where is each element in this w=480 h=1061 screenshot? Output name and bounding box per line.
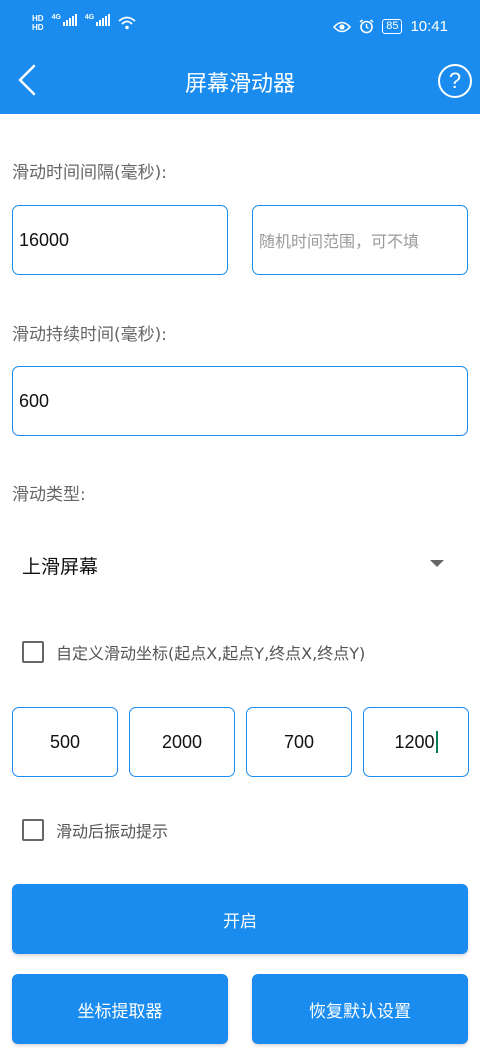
status-bar: HD HD 4G 4G 85 10:41 — [0, 0, 480, 56]
duration-input[interactable]: 600 — [12, 366, 468, 436]
dropdown-arrow-icon — [430, 560, 444, 567]
battery-indicator: 85 — [382, 19, 403, 34]
status-time: 10:41 — [410, 18, 448, 35]
interval-value: 16000 — [19, 229, 70, 250]
vibrate-row[interactable]: 滑动后振动提示 — [22, 818, 168, 842]
restore-defaults-button[interactable]: 恢复默认设置 — [252, 974, 468, 1044]
random-range-placeholder: 随机时间范围，可不填 — [259, 232, 420, 251]
status-right: 85 10:41 — [333, 18, 448, 35]
start-x-input[interactable]: 500 — [12, 707, 118, 777]
hd-label-1: HD — [32, 14, 44, 23]
swipe-type-label: 滑动类型: — [12, 485, 86, 505]
help-icon[interactable]: ? — [438, 64, 472, 98]
vibrate-checkbox[interactable] — [22, 819, 44, 841]
custom-coords-row[interactable]: 自定义滑动坐标(起点X,起点Y,终点X,终点Y) — [22, 640, 365, 664]
eye-icon — [333, 21, 352, 32]
status-left: HD HD 4G 4G — [32, 14, 136, 32]
vibrate-label: 滑动后振动提示 — [56, 822, 169, 841]
custom-coords-label: 自定义滑动坐标(起点X,起点Y,终点X,终点Y) — [56, 644, 366, 663]
coord-picker-button[interactable]: 坐标提取器 — [12, 974, 228, 1044]
end-y-input[interactable]: 1200 — [363, 707, 469, 777]
start-x-value: 500 — [49, 731, 81, 752]
network-type-1: 4G — [51, 14, 61, 21]
hd-label-2: HD — [32, 23, 44, 32]
page-title: 屏幕滑动器 — [184, 72, 295, 97]
alarm-icon — [359, 19, 374, 34]
hd-indicator: HD HD — [32, 14, 44, 32]
start-y-value: 2000 — [161, 731, 203, 752]
custom-coords-checkbox[interactable] — [22, 641, 44, 663]
interval-input[interactable]: 16000 — [12, 205, 228, 275]
app-header: HD HD 4G 4G 85 10:41 屏幕滑动器 ? — [0, 0, 480, 114]
end-y-value: 1200 — [394, 731, 435, 752]
text-cursor — [435, 731, 438, 753]
signal-icon-1: 4G — [52, 14, 77, 26]
swipe-type-select[interactable]: 上滑屏幕 — [12, 540, 468, 588]
network-type-2: 4G — [84, 14, 95, 21]
duration-value: 600 — [19, 390, 50, 411]
random-range-input[interactable]: 随机时间范围，可不填 — [252, 205, 468, 275]
interval-label: 滑动时间间隔(毫秒): — [12, 163, 167, 183]
swipe-type-value: 上滑屏幕 — [22, 556, 99, 578]
duration-label: 滑动持续时间(毫秒): — [12, 325, 167, 345]
start-button[interactable]: 开启 — [12, 884, 468, 954]
end-x-value: 700 — [283, 731, 315, 752]
wifi-icon — [118, 16, 136, 30]
end-x-input[interactable]: 700 — [246, 707, 352, 777]
start-y-input[interactable]: 2000 — [129, 707, 235, 777]
signal-icon-2: 4G — [84, 14, 111, 26]
